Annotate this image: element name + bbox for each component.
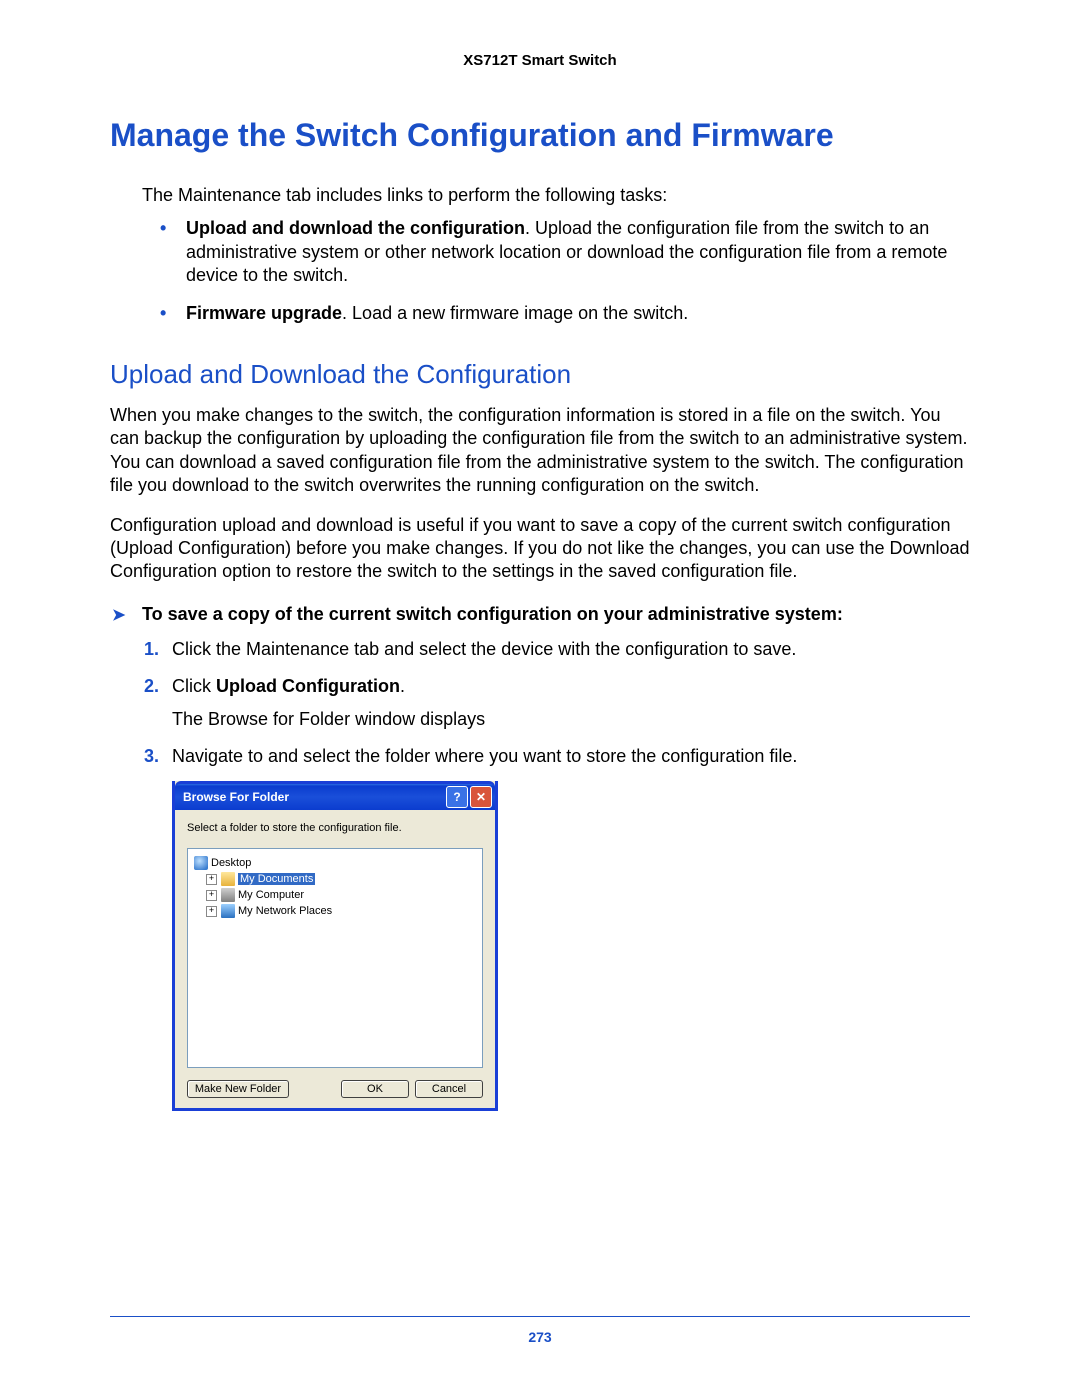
page-title-h1: Manage the Switch Configuration and Firm… — [110, 117, 970, 154]
bullet-firmware-upgrade-text: . Load a new firmware image on the switc… — [342, 303, 688, 323]
tree-node-mydocuments-label: My Documents — [238, 873, 315, 885]
help-icon[interactable]: ? — [446, 786, 468, 808]
procedure-steps: Click the Maintenance tab and select the… — [144, 637, 970, 770]
expand-icon[interactable]: + — [206, 906, 217, 917]
intro-paragraph: The Maintenance tab includes links to pe… — [142, 184, 970, 207]
step-3-text: Navigate to and select the folder where … — [172, 746, 797, 766]
browse-folder-screenshot: Browse For Folder ? ✕ Select a folder to… — [172, 781, 970, 1111]
ok-button[interactable]: OK — [341, 1080, 409, 1098]
step-3: Navigate to and select the folder where … — [144, 744, 970, 769]
footer-divider — [110, 1316, 970, 1317]
desktop-icon — [194, 856, 208, 870]
step-2-subtext: The Browse for Folder window displays — [172, 707, 970, 732]
step-1: Click the Maintenance tab and select the… — [144, 637, 970, 662]
bullet-upload-download-bold: Upload and download the configuration — [186, 218, 525, 238]
tree-node-desktop-label: Desktop — [211, 857, 251, 869]
dialog-title: Browse For Folder — [183, 790, 444, 804]
browse-folder-dialog: Browse For Folder ? ✕ Select a folder to… — [172, 781, 498, 1111]
page-top-header: XS712T Smart Switch — [110, 52, 970, 69]
dialog-titlebar[interactable]: Browse For Folder ? ✕ — [175, 781, 495, 810]
dialog-instruction: Select a folder to store the configurati… — [187, 822, 483, 834]
tree-node-mydocuments[interactable]: + My Documents — [192, 871, 478, 887]
expand-icon[interactable]: + — [206, 874, 217, 885]
tree-node-mynetwork[interactable]: + My Network Places — [192, 903, 478, 919]
step-2-bold: Upload Configuration — [216, 676, 400, 696]
bullet-firmware-upgrade-bold: Firmware upgrade — [186, 303, 342, 323]
tree-node-desktop[interactable]: Desktop — [192, 855, 478, 871]
page-number: 273 — [0, 1329, 1080, 1345]
dialog-button-row: Make New Folder OK Cancel — [187, 1080, 483, 1098]
tree-node-mycomputer[interactable]: + My Computer — [192, 887, 478, 903]
step-2-prefix: Click — [172, 676, 216, 696]
dialog-body: Select a folder to store the configurati… — [175, 810, 495, 1108]
make-new-folder-button[interactable]: Make New Folder — [187, 1080, 289, 1098]
paragraph-2: Configuration upload and download is use… — [110, 514, 970, 584]
task-bullet-list: Upload and download the configuration. U… — [160, 217, 970, 325]
bullet-firmware-upgrade: Firmware upgrade. Load a new firmware im… — [160, 302, 970, 325]
step-2-suffix: . — [400, 676, 405, 696]
cancel-button[interactable]: Cancel — [415, 1080, 483, 1098]
doc-page: XS712T Smart Switch Manage the Switch Co… — [0, 0, 1080, 1397]
bullet-upload-download: Upload and download the configuration. U… — [160, 217, 970, 287]
folder-tree[interactable]: Desktop + My Documents + My Computer + — [187, 848, 483, 1068]
tree-node-mynetwork-label: My Network Places — [238, 905, 332, 917]
paragraph-1: When you make changes to the switch, the… — [110, 404, 970, 498]
computer-icon — [221, 888, 235, 902]
procedure-heading-text: To save a copy of the current switch con… — [142, 604, 843, 624]
step-1-text: Click the Maintenance tab and select the… — [172, 639, 796, 659]
tree-node-mycomputer-label: My Computer — [238, 889, 304, 901]
procedure-heading: To save a copy of the current switch con… — [142, 604, 970, 625]
subsection-title-h2: Upload and Download the Configuration — [110, 359, 970, 390]
step-2: Click Upload Configuration. The Browse f… — [144, 674, 970, 732]
close-icon[interactable]: ✕ — [470, 786, 492, 808]
network-icon — [221, 904, 235, 918]
folder-icon — [221, 872, 235, 886]
expand-icon[interactable]: + — [206, 890, 217, 901]
